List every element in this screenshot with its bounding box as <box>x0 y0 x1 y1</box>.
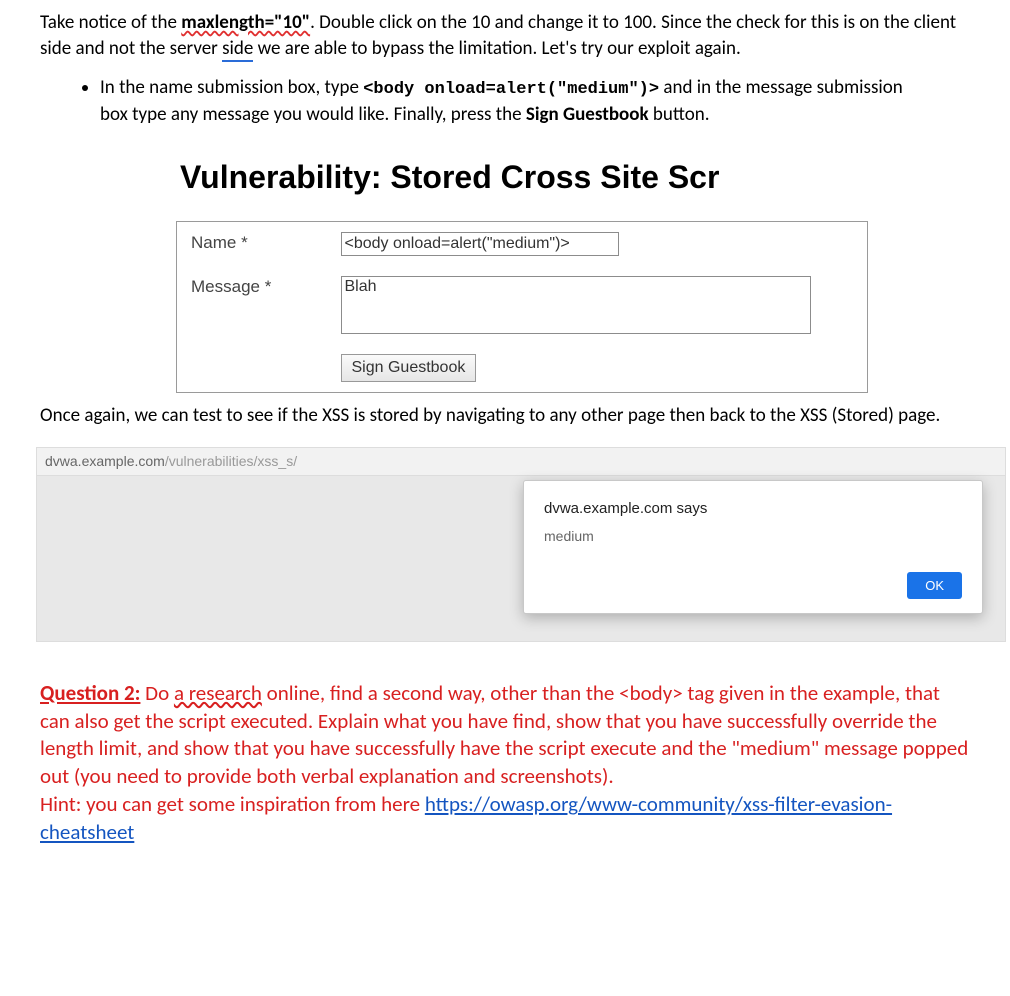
name-input[interactable] <box>341 232 619 256</box>
sign-guestbook-button[interactable]: Sign Guestbook <box>341 354 477 382</box>
maxlength-highlight: maxlength="10" <box>181 11 310 34</box>
payload-code: <body onload=alert("medium")> <box>363 80 659 99</box>
dvwa-screenshot: Vulnerability: Stored Cross Site Scr Nam… <box>176 146 878 393</box>
instruction-item: In the name submission box, type <body o… <box>100 75 920 128</box>
url-path: /vulnerabilities/xss_s/ <box>165 453 297 469</box>
alert-ok-button[interactable]: OK <box>907 572 962 599</box>
question-2: Question 2: Do a research online, find a… <box>40 680 970 848</box>
alert-origin: dvwa.example.com says <box>544 499 962 519</box>
research-squiggle: a research <box>174 680 262 706</box>
bullet-text-1: In the name submission box, type <box>100 76 363 99</box>
intro-text-3: we are able to bypass the limitation. Le… <box>253 37 740 60</box>
name-label: Name * <box>177 222 327 267</box>
url-bar: dvwa.example.com/vulnerabilities/xss_s/ <box>37 448 1005 476</box>
dvwa-title: Vulnerability: Stored Cross Site Scr <box>180 156 878 199</box>
hint-prefix: Hint: you can get some inspiration from … <box>40 791 425 817</box>
js-alert-dialog: dvwa.example.com says medium OK <box>523 480 983 614</box>
browser-alert-screenshot: dvwa.example.com/vulnerabilities/xss_s/ … <box>36 447 1006 642</box>
sign-guestbook-bold: Sign Guestbook <box>526 103 649 126</box>
instruction-list: In the name submission box, type <body o… <box>80 75 970 128</box>
intro-paragraph: Take notice of the maxlength="10". Doubl… <box>40 10 970 61</box>
message-label: Message * <box>177 266 327 344</box>
question-label: Question 2: <box>40 680 140 706</box>
dvwa-form-table: Name * Message * Blah Sign Guestbook <box>176 221 868 393</box>
intro-text-1: Take notice of the <box>40 11 181 34</box>
question-pre: Do <box>140 680 174 706</box>
bullet-text-3: button. <box>649 103 710 126</box>
explanation-paragraph: Once again, we can test to see if the XS… <box>40 403 970 429</box>
side-underline: side <box>222 37 253 62</box>
url-host: dvwa.example.com <box>45 453 165 469</box>
alert-message: medium <box>544 527 962 546</box>
message-textarea[interactable]: Blah <box>341 276 811 334</box>
